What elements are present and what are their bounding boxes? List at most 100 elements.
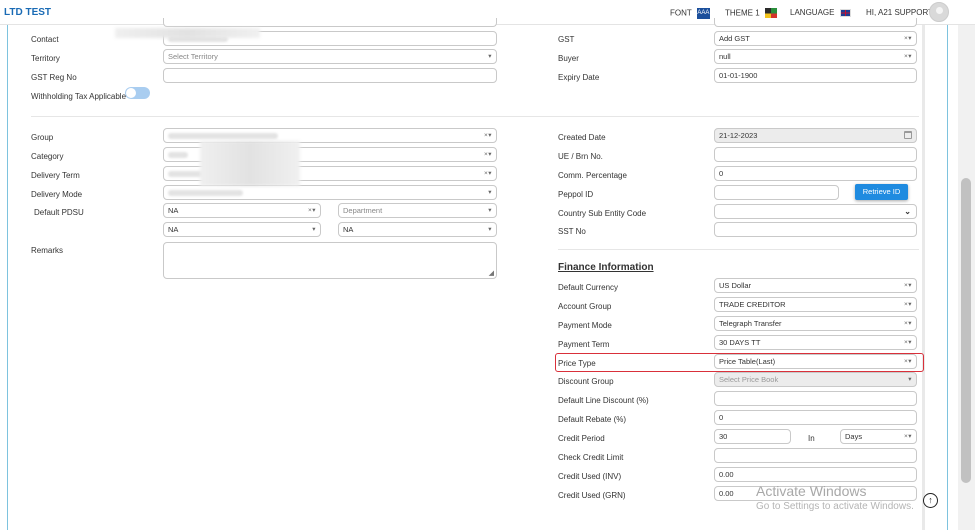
pdsu-select-2[interactable]: NA ▾ (163, 222, 321, 237)
payment-term-select[interactable]: 30 DAYS TT ×▾ (714, 335, 917, 350)
comm-label: Comm. Percentage (558, 171, 627, 180)
ue-label: UE / Brn No. (558, 152, 603, 161)
resize-handle-icon[interactable]: ◢ (489, 269, 494, 277)
discount-group-placeholder: Select Price Book (719, 375, 779, 384)
sst-field[interactable] (714, 222, 917, 237)
credit-inv-field[interactable]: 0.00 (714, 467, 917, 482)
dropdown-icon: ▾ (488, 53, 492, 60)
clear-dropdown-icon[interactable]: ×▾ (904, 298, 912, 311)
content-frame-left (7, 25, 8, 530)
activate-windows-title: Activate Windows (756, 483, 867, 499)
price-type-highlight (555, 353, 924, 372)
payment-mode-value: Telegraph Transfer (719, 319, 782, 328)
credit-period-field[interactable]: 30 (714, 429, 791, 444)
gst-reg-label: GST Reg No (31, 73, 77, 82)
remarks-label: Remarks (31, 246, 64, 255)
remarks-textarea[interactable]: ◢ (163, 242, 497, 279)
clear-dropdown-icon[interactable]: ×▾ (904, 279, 912, 292)
calendar-icon[interactable] (904, 131, 912, 139)
credit-period-unit-value: Days (845, 432, 863, 441)
discount-group-select: Select Price Book ▾ (714, 372, 917, 387)
comm-value: 0 (719, 169, 724, 178)
peppol-field[interactable] (714, 185, 839, 200)
credit-period-unit-select[interactable]: Days ×▾ (840, 429, 917, 444)
pdsu-select-1[interactable]: NA ×▾ (163, 203, 321, 218)
created-date-value: 21-12-2023 (719, 131, 758, 140)
scroll-to-top-button[interactable]: ↑ (923, 493, 938, 508)
ue-field[interactable] (714, 147, 917, 162)
toggle-knob (126, 88, 136, 98)
clear-dropdown-icon[interactable]: ×▾ (308, 204, 316, 217)
user-greeting[interactable]: HI, A21 SUPPORT (866, 8, 933, 17)
partial-field-left[interactable] (163, 18, 497, 27)
account-group-select[interactable]: TRADE CREDITOR ×▾ (714, 297, 917, 312)
department-placeholder: Department (343, 206, 383, 215)
credit-inv-label: Credit Used (INV) (558, 472, 622, 481)
check-credit-label: Check Credit Limit (558, 453, 624, 462)
pdsu-value-3: NA (343, 225, 354, 234)
check-credit-field[interactable] (714, 448, 917, 463)
withholding-toggle[interactable] (125, 87, 150, 99)
dropdown-icon: ▾ (908, 376, 912, 383)
payment-mode-label: Payment Mode (558, 321, 612, 330)
language-menu[interactable]: LANGUAGE (790, 8, 851, 17)
country-sub-select[interactable]: ⌄ (714, 204, 917, 219)
currency-value: US Dollar (719, 281, 752, 290)
clear-dropdown-icon[interactable]: ×▾ (484, 148, 492, 161)
credit-period-label: Credit Period (558, 434, 605, 443)
contact-label: Contact (31, 35, 59, 44)
territory-select[interactable]: Select Territory ▾ (163, 49, 497, 64)
pdsu-select-3[interactable]: NA ▾ (338, 222, 497, 237)
activate-windows-subtitle: Go to Settings to activate Windows. (756, 501, 914, 512)
country-sub-label: Country Sub Entity Code (558, 209, 647, 218)
expiry-value: 01-01-1900 (719, 71, 758, 80)
clear-dropdown-icon[interactable]: ×▾ (484, 167, 492, 180)
expiry-date-field[interactable]: 01-01-1900 (714, 68, 917, 83)
account-group-value: TRADE CREDITOR (719, 300, 786, 309)
brand-title[interactable]: LTD TEST (4, 7, 51, 18)
credit-inv-value: 0.00 (719, 470, 734, 479)
language-label: LANGUAGE (790, 8, 835, 17)
clear-dropdown-icon[interactable]: ×▾ (904, 430, 912, 443)
rebate-field[interactable]: 0 (714, 410, 917, 425)
delivery-mode-label: Delivery Mode (31, 190, 83, 199)
delivery-mode-select[interactable]: ▾ (163, 185, 497, 200)
expiry-label: Expiry Date (558, 73, 600, 82)
delivery-term-label: Delivery Term (31, 171, 80, 180)
gst-label: GST (558, 35, 575, 44)
credit-grn-label: Credit Used (GRN) (558, 491, 626, 500)
withholding-label: Withholding Tax Applicable (31, 92, 127, 101)
currency-select[interactable]: US Dollar ×▾ (714, 278, 917, 293)
redacted-category (168, 152, 188, 159)
finance-divider (558, 249, 919, 250)
clear-dropdown-icon[interactable]: ×▾ (904, 32, 912, 45)
payment-mode-select[interactable]: Telegraph Transfer ×▾ (714, 316, 917, 331)
gst-select[interactable]: Add GST ×▾ (714, 31, 917, 46)
partial-field-right[interactable] (714, 18, 917, 27)
avatar[interactable] (929, 2, 949, 22)
line-discount-field[interactable] (714, 391, 917, 406)
payment-term-label: Payment Term (558, 340, 610, 349)
department-select[interactable]: Department ▾ (338, 203, 497, 218)
font-menu[interactable]: FONT AAA (670, 8, 710, 19)
finance-section-title: Finance Information (558, 262, 654, 273)
clear-dropdown-icon[interactable]: ×▾ (484, 129, 492, 142)
scrollbar-thumb[interactable] (961, 178, 971, 483)
clear-dropdown-icon[interactable]: ×▾ (904, 336, 912, 349)
dropdown-icon: ▾ (488, 189, 492, 196)
gst-reg-field[interactable] (163, 68, 497, 83)
retrieve-id-button[interactable]: Retrieve ID (855, 184, 908, 200)
clear-dropdown-icon[interactable]: ×▾ (904, 50, 912, 63)
redacted-group (168, 133, 278, 140)
comm-field[interactable]: 0 (714, 166, 917, 181)
peppol-label: Peppol ID (558, 190, 594, 199)
gst-value: Add GST (719, 34, 750, 43)
buyer-label: Buyer (558, 54, 579, 63)
dropdown-icon: ▾ (312, 226, 316, 233)
group-label: Group (31, 133, 54, 142)
clear-dropdown-icon[interactable]: ×▾ (904, 317, 912, 330)
buyer-select[interactable]: null ×▾ (714, 49, 917, 64)
pdsu-value-2: NA (168, 225, 179, 234)
rebate-value: 0 (719, 413, 724, 422)
redaction-overlay (200, 141, 300, 186)
